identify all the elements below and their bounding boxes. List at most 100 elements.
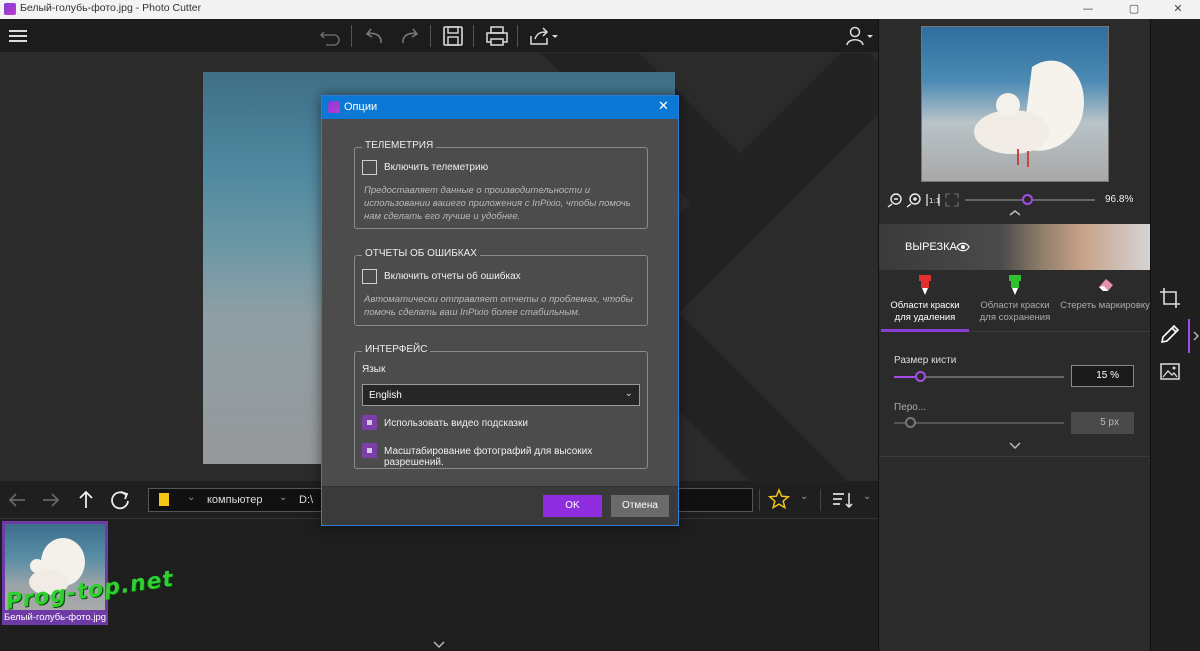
image-background-icon[interactable] — [1159, 361, 1181, 383]
feather-input[interactable]: 5 px — [1071, 412, 1134, 434]
actual-size-icon[interactable]: 1:1 — [925, 192, 941, 208]
toolbar-separator — [517, 25, 518, 47]
language-selected-value: English — [369, 390, 402, 401]
side-tool-strip — [1150, 19, 1200, 651]
path-segment-drive[interactable]: D:\ — [299, 494, 313, 506]
tool-label: для сохранения — [979, 312, 1051, 323]
close-window-button[interactable]: ✕ — [1156, 0, 1200, 19]
eye-icon[interactable] — [956, 241, 970, 253]
green-marker-icon — [1009, 275, 1021, 295]
redo-icon[interactable] — [396, 24, 422, 48]
chevron-right-icon[interactable] — [1192, 330, 1200, 342]
fit-to-screen-icon[interactable] — [944, 192, 960, 208]
video-hints-checkbox[interactable] — [362, 415, 377, 430]
zoom-slider-knob[interactable] — [1022, 194, 1033, 205]
tool-label: Области краски — [890, 300, 960, 311]
preview-image — [921, 26, 1109, 182]
feather-label: Перо... — [894, 402, 927, 413]
zoom-value: 96.8% — [1105, 194, 1134, 205]
telemetry-group: ТЕЛЕМЕТРИЯ Включить телеметрию Предостав… — [354, 140, 648, 229]
feather-slider[interactable] — [894, 417, 1064, 428]
language-select[interactable]: English ⌄ — [362, 384, 640, 406]
expand-settings-chevron-icon[interactable] — [1008, 441, 1022, 451]
tool-paint-remove[interactable]: Области краски для удаления — [881, 270, 969, 332]
minimize-button[interactable]: — — [1066, 0, 1110, 19]
active-tool-indicator — [1188, 319, 1190, 353]
zoom-controls: 1:1 96.8% — [879, 187, 1151, 216]
error-reports-checkbox[interactable] — [362, 269, 377, 284]
dialog-title-bar: Опции ✕ — [322, 96, 678, 119]
eraser-icon — [1099, 279, 1113, 291]
favorite-star-icon[interactable] — [768, 488, 790, 510]
app-icon — [4, 3, 16, 15]
toolbar-separator — [430, 25, 431, 47]
dove-preview-graphic — [974, 60, 1084, 167]
telemetry-description: Предоставляет данные о производительност… — [364, 184, 631, 223]
app-icon — [328, 101, 340, 113]
tool-label: Стереть маркировку — [1060, 300, 1150, 311]
tool-label: Области краски — [980, 300, 1050, 311]
svg-text:1:1: 1:1 — [929, 197, 940, 205]
share-icon[interactable] — [527, 24, 561, 48]
ok-button[interactable]: OK — [543, 495, 602, 517]
undo-icon[interactable] — [362, 24, 388, 48]
toolbar-separator — [820, 489, 821, 511]
dialog-title: Опции — [344, 101, 378, 113]
hamburger-menu-icon[interactable] — [6, 24, 32, 48]
brush-settings: Размер кисти 15 % Перо... 5 px — [879, 332, 1151, 457]
chevron-down-icon[interactable]: ⌄ — [800, 491, 808, 502]
cancel-button[interactable]: Отмена — [611, 495, 669, 517]
error-reports-group: ОТЧЕТЫ ОБ ОШИБКАХ Включить отчеты об оши… — [354, 248, 648, 326]
interface-group: ИНТЕРФЕЙС Язык English ⌄ Использовать ви… — [354, 344, 648, 469]
save-icon[interactable] — [440, 24, 466, 48]
hidpi-scaling-checkbox[interactable] — [362, 443, 377, 458]
description-line: нам сделать его лучше и удобнее. — [364, 211, 521, 222]
cut-mode-label: ВЫРЕЗКА — [905, 241, 957, 253]
undo-all-icon[interactable] — [318, 24, 344, 48]
pencil-icon[interactable] — [1159, 323, 1181, 345]
back-arrow-icon[interactable] — [6, 489, 28, 511]
zoom-in-icon[interactable] — [906, 192, 922, 208]
chevron-down-icon[interactable]: ⌄ — [187, 492, 195, 503]
telemetry-checkbox-label[interactable]: Включить телеметрию — [384, 162, 488, 173]
crop-icon[interactable] — [1159, 287, 1181, 309]
tool-label: для удаления — [894, 312, 956, 323]
error-reports-checkbox-label[interactable]: Включить отчеты об ошибках — [384, 271, 521, 282]
tool-eraser[interactable]: Стереть маркировку — [1059, 270, 1151, 332]
chevron-down-icon[interactable]: ⌄ — [279, 492, 287, 503]
tool-paint-keep[interactable]: Области краски для сохранения — [971, 270, 1059, 332]
print-icon[interactable] — [484, 24, 510, 48]
feather-knob[interactable] — [905, 417, 916, 428]
refresh-icon[interactable] — [108, 488, 132, 512]
options-dialog: Опции ✕ ТЕЛЕМЕТРИЯ Включить телеметрию П… — [321, 95, 679, 526]
zoom-out-icon[interactable] — [887, 192, 903, 208]
description-line: Предоставляет данные о производительност… — [364, 185, 591, 196]
user-account-icon[interactable] — [844, 24, 874, 48]
description-line: Автоматически отправляет отчеты о пробле… — [364, 294, 633, 305]
video-hints-label[interactable]: Использовать видео подсказки — [384, 418, 528, 429]
brush-size-knob[interactable] — [915, 371, 926, 382]
interface-group-label: ИНТЕРФЕЙС — [362, 344, 431, 355]
collapse-preview-chevron-icon[interactable] — [1008, 209, 1022, 217]
dialog-close-icon[interactable]: ✕ — [658, 99, 669, 114]
right-panel: 1:1 96.8% ВЫРЕЗКА Области краски для удал… — [878, 19, 1151, 651]
sort-list-icon[interactable] — [830, 489, 854, 511]
chevron-down-icon: ⌄ — [624, 388, 633, 399]
brush-size-input[interactable]: 15 % — [1071, 365, 1134, 387]
expand-strip-chevron-icon[interactable] — [432, 640, 446, 650]
description-line: использовании вашего приложения с InPixi… — [364, 198, 631, 209]
chevron-down-icon[interactable]: ⌄ — [863, 491, 871, 502]
hidpi-scaling-label[interactable]: Масштабирование фотографий для высоких р… — [384, 446, 647, 468]
path-segment-computer[interactable]: компьютер — [207, 494, 262, 506]
telemetry-checkbox[interactable] — [362, 160, 377, 175]
red-marker-icon — [919, 275, 931, 295]
forward-arrow-icon[interactable] — [40, 489, 62, 511]
maximize-button[interactable]: ▢ — [1112, 0, 1156, 19]
up-arrow-icon[interactable] — [75, 488, 97, 510]
thumbnail-caption: Белый-голубь-фото.jpg — [3, 612, 107, 623]
folder-icon — [159, 493, 169, 506]
toolbar-separator — [473, 25, 474, 47]
cut-mode-banner[interactable]: ВЫРЕЗКА — [879, 224, 1151, 270]
brush-size-slider[interactable] — [894, 371, 1064, 382]
brush-size-label: Размер кисти — [894, 355, 957, 366]
